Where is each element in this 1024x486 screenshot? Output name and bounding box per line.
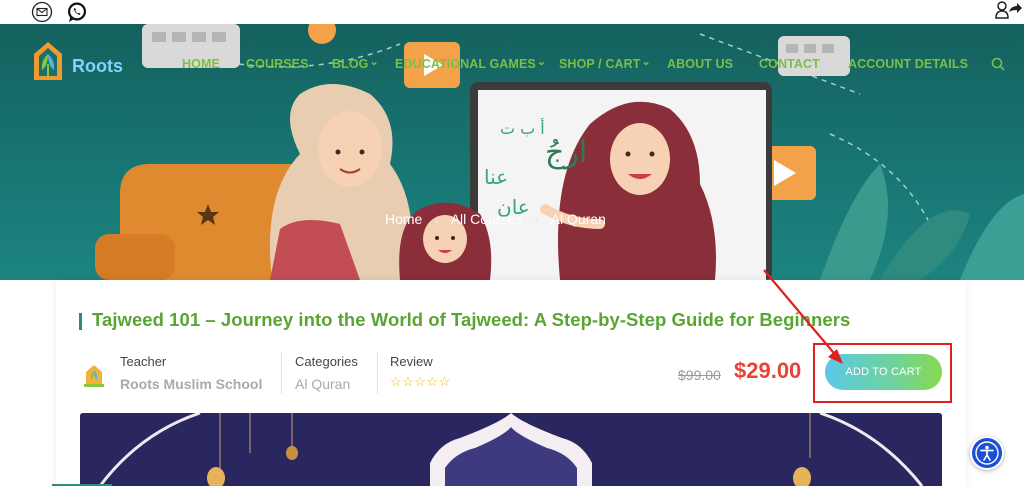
accessibility-icon — [975, 441, 999, 465]
video-thumbnail-art — [80, 413, 942, 486]
course-video-preview[interactable] — [80, 413, 942, 486]
accessibility-button[interactable] — [970, 436, 1004, 470]
